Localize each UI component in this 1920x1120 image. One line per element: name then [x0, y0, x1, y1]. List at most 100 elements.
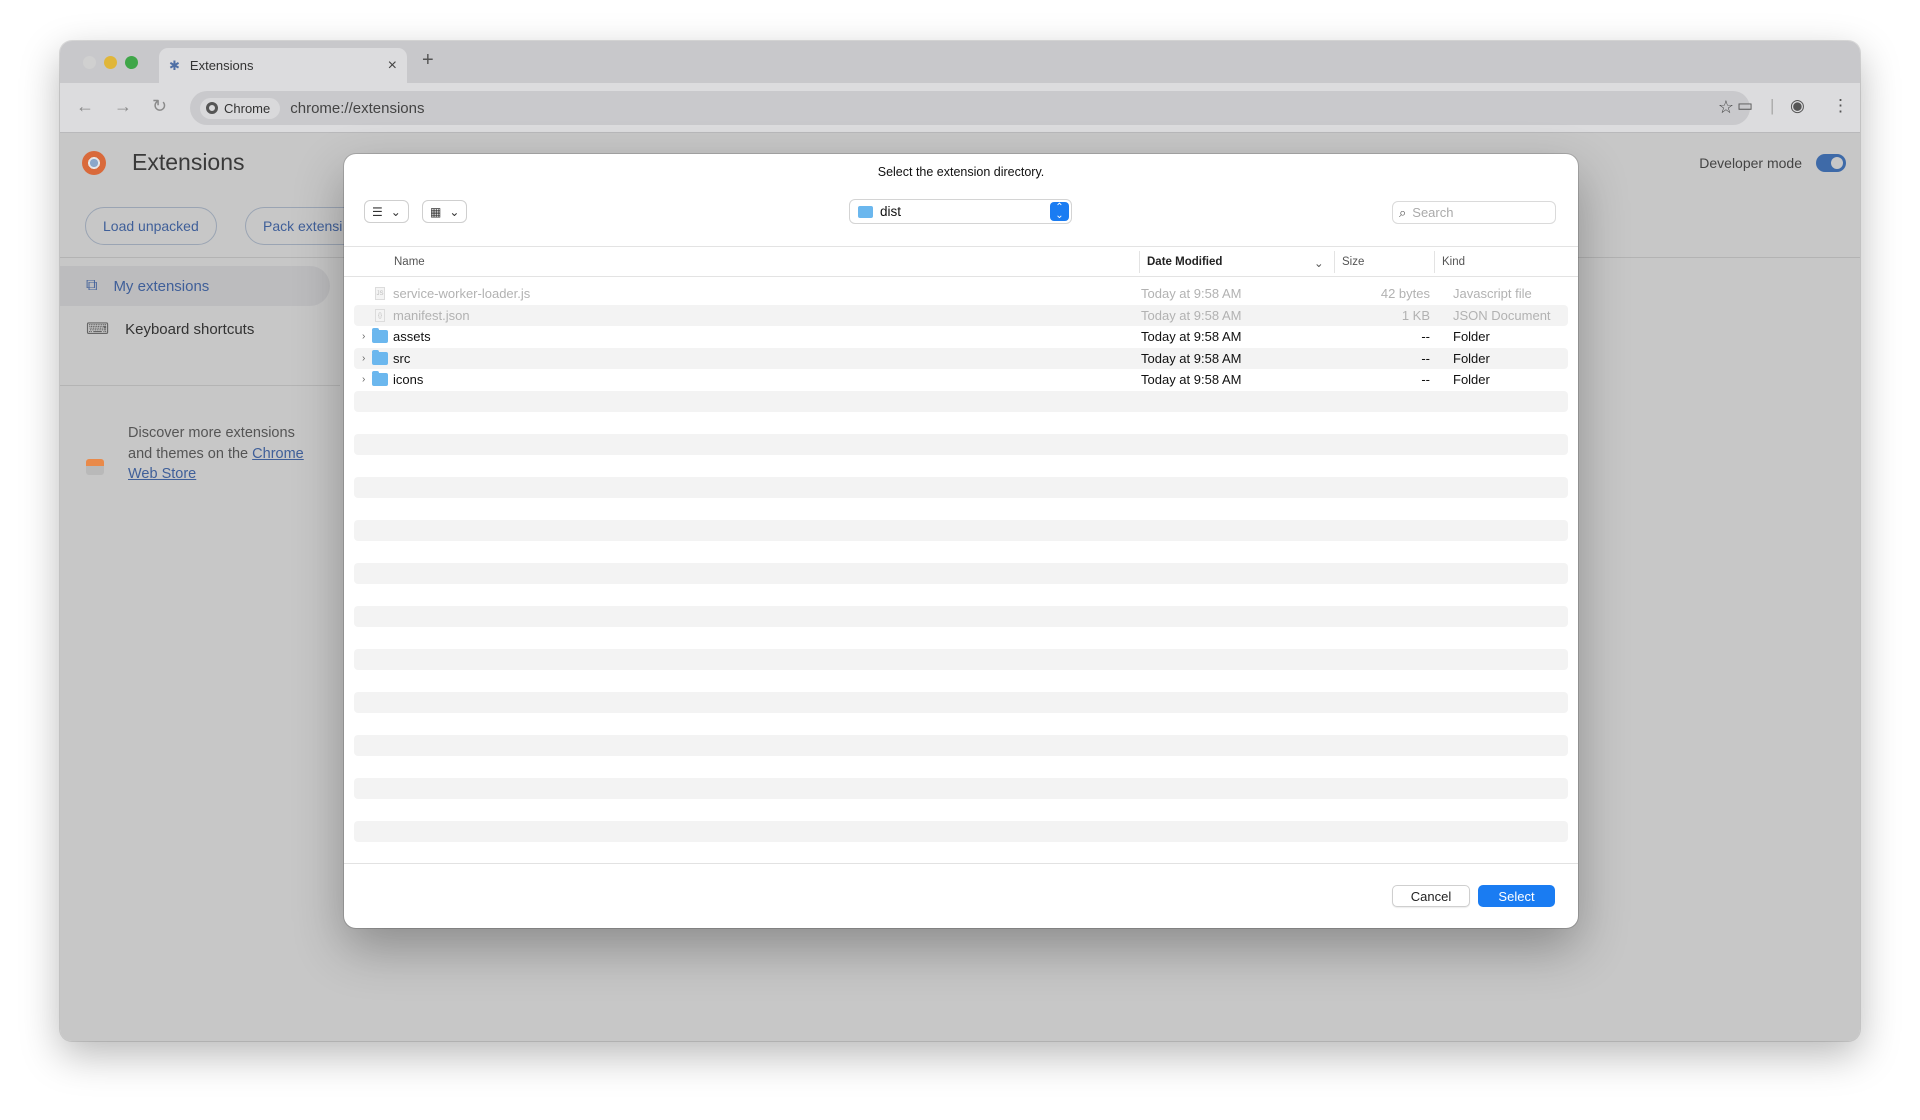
forward-icon[interactable]: → — [114, 96, 132, 117]
list-view-button[interactable]: ☰ ⌄ — [364, 200, 409, 223]
file-name: src — [393, 350, 411, 366]
bookmark-star-icon[interactable]: ☆ — [1718, 97, 1734, 118]
empty-row-stripes — [354, 390, 1568, 864]
empty-row — [354, 756, 1568, 778]
empty-row — [354, 498, 1568, 520]
up-down-arrows-icon: ⌃ ⌄ — [1050, 202, 1069, 221]
empty-row — [354, 476, 1568, 498]
page-title: Extensions — [132, 149, 245, 175]
file-kind: Javascript file — [1453, 286, 1532, 302]
file-name: icons — [393, 372, 424, 388]
disclosure-chevron-icon[interactable]: › — [362, 374, 365, 385]
folder-row[interactable]: › assets Today at 9:58 AM -- Folder — [354, 326, 1568, 348]
dialog-footer-divider — [344, 863, 1578, 864]
load-unpacked-button[interactable]: Load unpacked — [85, 207, 217, 245]
folder-row[interactable]: › icons Today at 9:58 AM -- Folder — [354, 369, 1568, 391]
address-bar[interactable]: Chrome chrome://extensions ☆ — [190, 91, 1750, 125]
sort-chevron-icon: ⌄ — [1314, 258, 1324, 270]
minimize-window-button[interactable] — [104, 56, 117, 69]
file-row: JS service-worker-loader.js Today at 9:5… — [354, 283, 1568, 305]
tab-title: Extensions — [189, 58, 254, 73]
file-size: -- — [1421, 372, 1430, 388]
search-input[interactable] — [1412, 205, 1543, 220]
browser-toolbar: ← → ↻ Chrome chrome://extensions ☆ ▭ | ◉… — [60, 83, 1860, 133]
file-date: Today at 9:58 AM — [1141, 329, 1242, 345]
empty-row — [354, 691, 1568, 713]
file-kind: Folder — [1453, 329, 1490, 345]
tab-extensions[interactable]: ✱ Extensions × — [159, 48, 407, 83]
empty-row — [354, 433, 1568, 455]
folder-icon — [858, 205, 873, 218]
sidebar-item-keyboard-shortcuts[interactable]: ⌨ Keyboard shortcuts — [60, 309, 330, 349]
empty-row — [354, 455, 1568, 477]
column-size[interactable]: Size — [1342, 256, 1364, 268]
empty-row — [354, 820, 1568, 842]
pack-extension-button[interactable]: Pack extensi — [245, 207, 360, 245]
sidebar-item-label: My extensions — [113, 277, 210, 295]
folder-icon — [372, 349, 388, 365]
column-header: Name Date Modified ⌄ Size Kind — [344, 246, 1578, 277]
folder-row[interactable]: › src Today at 9:58 AM -- Folder — [354, 347, 1568, 369]
back-icon[interactable]: ← — [76, 96, 94, 117]
file-name: service-worker-loader.js — [393, 286, 531, 302]
grid-view-button[interactable]: ▦ ⌄ — [422, 200, 468, 223]
file-date: Today at 9:58 AM — [1141, 286, 1242, 302]
folder-icon — [372, 371, 388, 386]
file-size: 1 KB — [1401, 307, 1430, 323]
close-tab-icon[interactable]: × — [388, 57, 397, 75]
empty-row — [354, 670, 1568, 692]
puzzle-icon: ✱ — [169, 57, 180, 73]
empty-row — [354, 799, 1568, 821]
column-name[interactable]: Name — [394, 256, 425, 268]
sidebar-item-my-extensions[interactable]: ⧉ My extensions — [60, 266, 330, 306]
file-date: Today at 9:58 AM — [1141, 372, 1242, 388]
empty-row — [354, 412, 1568, 434]
extensions-logo-icon — [82, 151, 106, 175]
new-tab-button[interactable]: + — [422, 49, 434, 72]
empty-row — [354, 734, 1568, 756]
empty-row — [354, 541, 1568, 563]
location-popup[interactable]: dist ⌃ ⌄ — [849, 199, 1072, 224]
search-icon: ⌕ — [1399, 204, 1407, 220]
discover-text: Discover more extensions and themes on t… — [128, 423, 318, 485]
empty-row — [354, 605, 1568, 627]
file-size: 42 bytes — [1380, 286, 1430, 302]
cancel-button[interactable]: Cancel — [1392, 885, 1470, 907]
location-label: dist — [880, 204, 902, 219]
file-date: Today at 9:58 AM — [1141, 350, 1242, 366]
url-text[interactable]: chrome://extensions — [290, 100, 424, 117]
column-divider — [1139, 251, 1140, 273]
file-kind: Folder — [1453, 350, 1490, 366]
reading-list-icon[interactable]: ▭ — [1737, 96, 1753, 116]
empty-row — [354, 648, 1568, 670]
column-date-modified[interactable]: Date Modified — [1147, 256, 1222, 268]
sidebar-item-label: Keyboard shortcuts — [125, 320, 255, 338]
reload-icon[interactable]: ↻ — [152, 96, 167, 117]
developer-mode-toggle[interactable] — [1816, 154, 1846, 172]
empty-row — [354, 562, 1568, 584]
file-kind: JSON Document — [1453, 307, 1551, 323]
site-chip[interactable]: Chrome — [200, 97, 281, 119]
more-menu-icon[interactable]: ⋮ — [1832, 96, 1849, 116]
empty-row — [354, 842, 1568, 864]
folder-icon — [372, 328, 388, 343]
javascript-file-icon: JS — [375, 287, 385, 300]
keyboard-icon: ⌨ — [86, 321, 110, 338]
disclosure-chevron-icon[interactable]: › — [362, 353, 365, 364]
profile-icon[interactable]: ◉ — [1790, 96, 1805, 116]
close-window-button[interactable] — [83, 56, 96, 69]
puzzle-icon: ⧉ — [86, 277, 98, 294]
empty-row — [354, 519, 1568, 541]
file-kind: Folder — [1453, 372, 1490, 388]
maximize-window-button[interactable] — [125, 56, 138, 69]
tab-strip: ✱ Extensions × + — [60, 41, 1860, 83]
column-kind[interactable]: Kind — [1442, 256, 1465, 268]
file-size: -- — [1421, 350, 1430, 366]
search-field[interactable]: ⌕ — [1392, 201, 1556, 224]
disclosure-chevron-icon[interactable]: › — [362, 331, 365, 342]
empty-row — [354, 713, 1568, 735]
select-button[interactable]: Select — [1478, 885, 1555, 907]
file-list: JS service-worker-loader.js Today at 9:5… — [354, 283, 1568, 864]
web-store-icon — [86, 459, 104, 475]
empty-row — [354, 390, 1568, 412]
